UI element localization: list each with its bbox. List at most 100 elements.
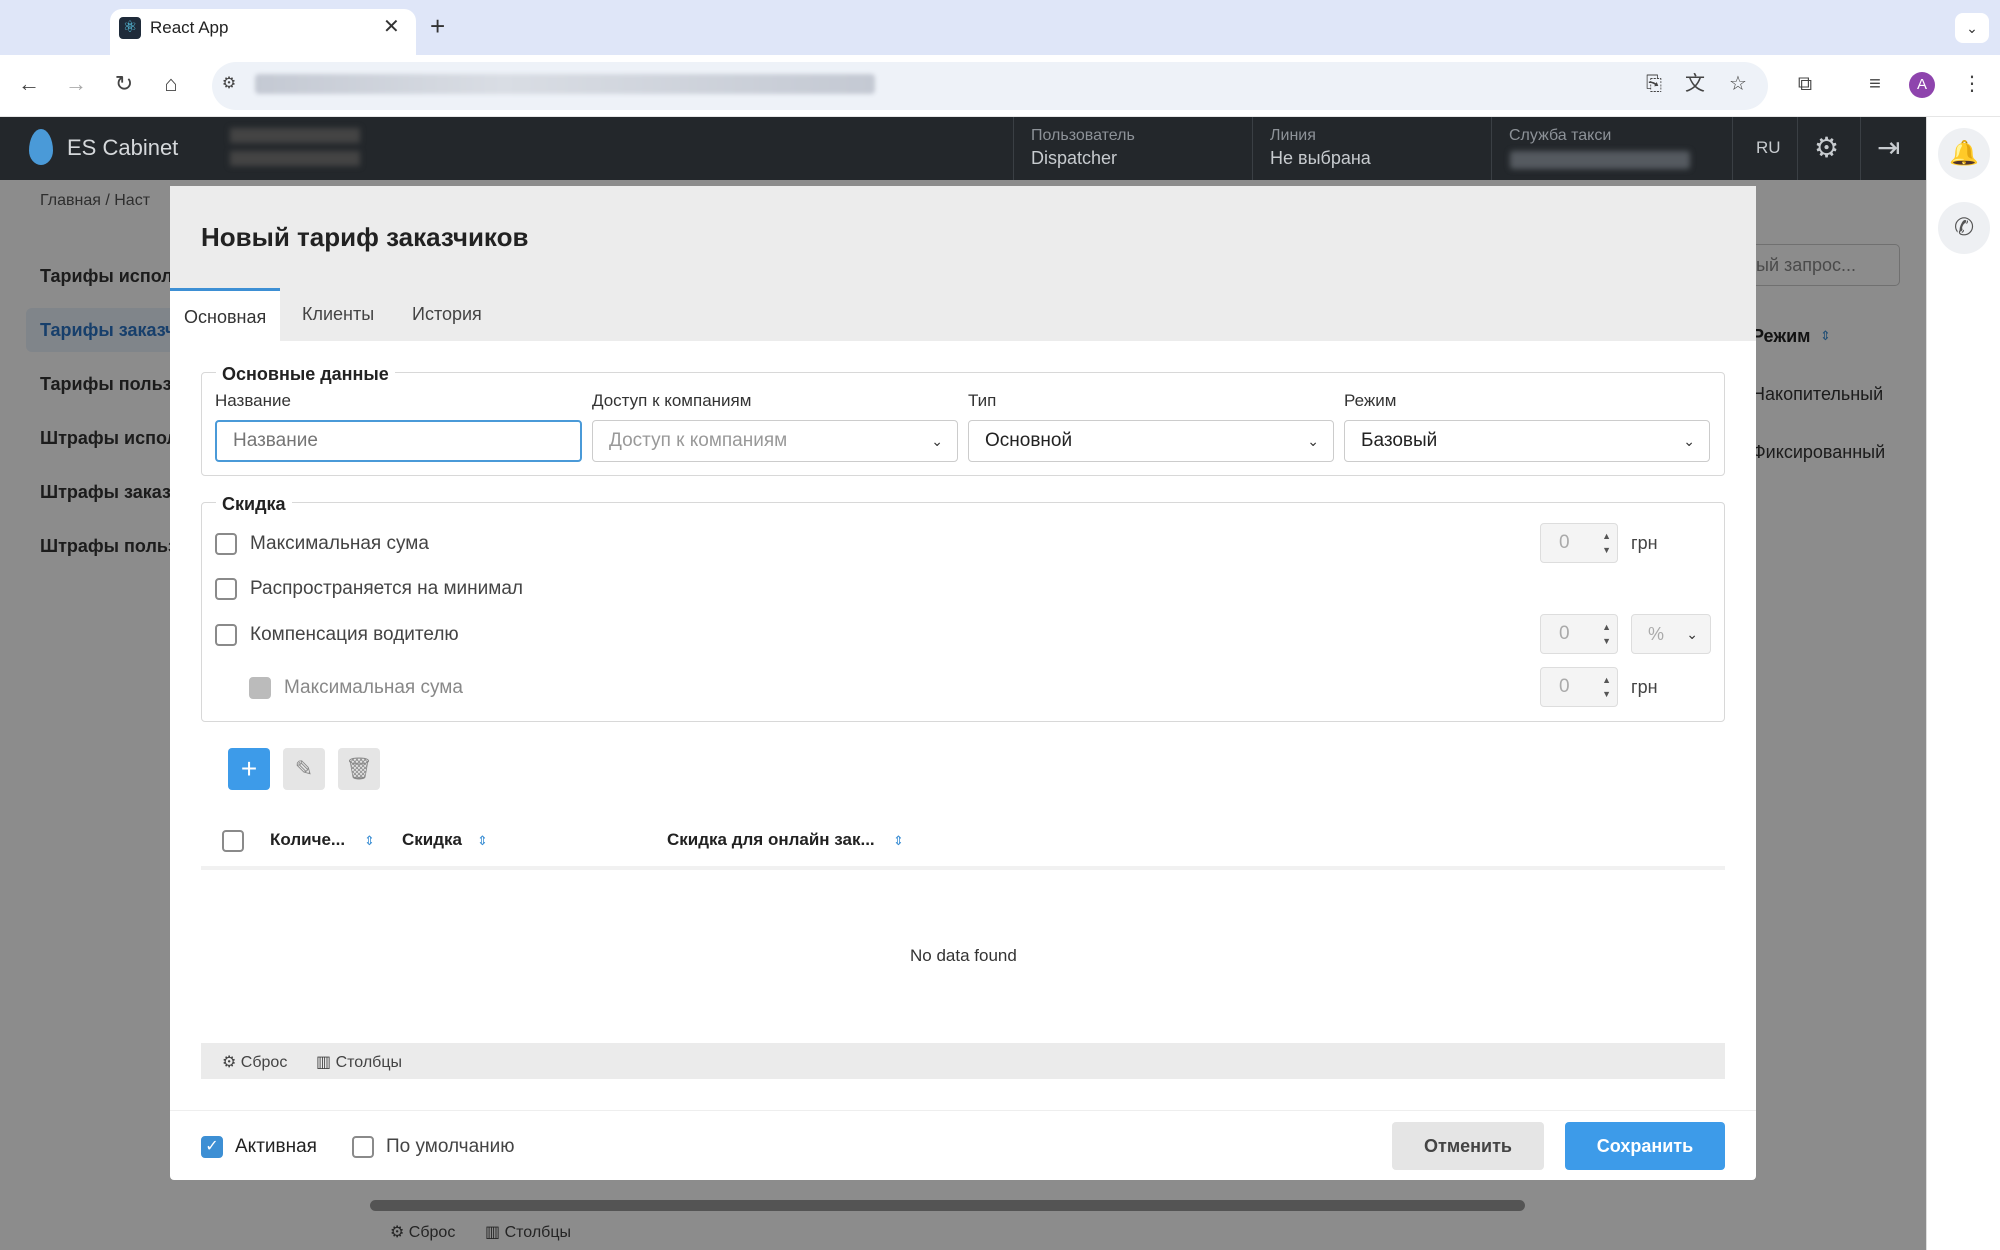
app-name: ES Cabinet [67, 135, 179, 160]
max-sum-sub-value: 0 [1559, 676, 1570, 697]
name-label: Название [215, 391, 291, 410]
active-label: Активная [235, 1136, 317, 1157]
reload-icon[interactable]: ↻ [106, 66, 142, 102]
language-switcher[interactable]: RU [1756, 138, 1781, 158]
max-sum-checkbox[interactable] [215, 533, 237, 555]
star-icon[interactable]: ☆ [1720, 66, 1756, 102]
taxi-value-blurred[interactable] [1510, 151, 1690, 169]
col-discount[interactable]: Скидка [402, 830, 462, 850]
min-spread-label: Распространяется на минимал [250, 578, 523, 599]
min-spread-checkbox[interactable] [215, 578, 237, 600]
header-divider [1732, 117, 1733, 180]
forward-icon[interactable]: → [58, 66, 94, 102]
user-label: Пользователь [1031, 127, 1135, 144]
driver-comp-number-input[interactable]: 0 ▲ ▼ [1540, 614, 1618, 654]
tab-close-icon[interactable]: ✕ [383, 16, 400, 38]
blurred-info [230, 128, 360, 166]
tab-history[interactable]: История [398, 288, 496, 341]
access-select[interactable]: Доступ к компаниям ⌄ [592, 420, 958, 462]
modal-title: Новый тариф заказчиков [201, 222, 529, 252]
type-select[interactable]: Основной ⌄ [968, 420, 1334, 462]
settings-gear-icon[interactable]: ⚙ [1814, 133, 1839, 163]
max-sum-sub-number-input[interactable]: 0 ▲ ▼ [1540, 667, 1618, 707]
right-rail [1926, 117, 2000, 1250]
type-value: Основной [985, 430, 1073, 451]
url-text-blurred [255, 74, 875, 94]
cancel-button[interactable]: Отменить [1392, 1122, 1544, 1170]
spin-down-icon[interactable]: ▼ [1602, 636, 1611, 646]
max-sum-sub-label: Максимальная сума [284, 677, 463, 698]
spin-down-icon[interactable]: ▼ [1602, 545, 1611, 555]
sort-icon[interactable]: ⇕ [893, 833, 904, 849]
driver-comp-label: Компенсация водителю [250, 624, 459, 645]
driver-comp-checkbox[interactable] [215, 624, 237, 646]
columns-label: Столбцы [335, 1054, 402, 1071]
basic-data-legend: Основные данные [216, 364, 395, 385]
back-icon[interactable]: ← [11, 66, 47, 102]
taxi-label: Служба такси [1509, 127, 1612, 144]
select-all-checkbox[interactable] [222, 830, 244, 852]
mode-select[interactable]: Базовый ⌄ [1344, 420, 1710, 462]
col-quantity[interactable]: Количе... [270, 830, 345, 850]
driver-comp-value: 0 [1559, 623, 1570, 644]
discount-legend: Скидка [216, 494, 292, 515]
access-placeholder: Доступ к компаниям [609, 430, 788, 451]
default-label: По умолчанию [386, 1136, 515, 1157]
sort-icon[interactable]: ⇕ [477, 833, 488, 849]
table-header-divider [201, 866, 1725, 870]
reset-button[interactable]: ⚙ Сброс [222, 1052, 287, 1072]
tab-search-chevron-icon[interactable]: ⌄ [1955, 13, 1989, 43]
spin-down-icon[interactable]: ▼ [1602, 689, 1611, 699]
logo-drop-icon [29, 129, 53, 165]
chevron-down-icon: ⌄ [1307, 433, 1319, 449]
site-info-icon[interactable]: ⚙ [211, 66, 247, 102]
max-sum-sub-checkbox[interactable] [249, 677, 271, 699]
spin-up-icon[interactable]: ▲ [1602, 675, 1611, 685]
install-icon[interactable]: ⎘ [1636, 66, 1672, 102]
chevron-down-icon: ⌄ [1686, 626, 1698, 642]
tab-clients[interactable]: Клиенты [288, 288, 388, 341]
home-icon[interactable]: ⌂ [153, 66, 189, 102]
active-checkbox[interactable]: ✓ [201, 1136, 223, 1158]
delete-icon[interactable]: 🗑 [338, 748, 380, 790]
translate-icon[interactable]: 文 [1677, 66, 1713, 102]
footer-divider [170, 1110, 1756, 1111]
max-sum-label: Максимальная сума [250, 533, 429, 554]
menu-icon[interactable]: ⋮ [1954, 66, 1990, 102]
save-button[interactable]: Сохранить [1565, 1122, 1725, 1170]
spin-up-icon[interactable]: ▲ [1602, 531, 1611, 541]
edit-icon[interactable]: ✎ [283, 748, 325, 790]
bell-icon[interactable]: 🔔 [1938, 128, 1990, 180]
col-online-discount[interactable]: Скидка для онлайн зак... [667, 830, 875, 850]
mode-label: Режим [1344, 391, 1397, 410]
header-divider [1252, 117, 1253, 180]
react-icon: ⚛ [119, 17, 141, 39]
max-sum-number-input[interactable]: 0 ▲ ▼ [1540, 523, 1618, 563]
extensions-icon[interactable]: ⧉ [1787, 66, 1823, 102]
header-divider [1860, 117, 1861, 180]
unit-select[interactable]: % ⌄ [1631, 614, 1711, 654]
logout-icon[interactable]: ⇥ [1877, 133, 1900, 163]
type-label: Тип [968, 391, 997, 410]
sort-icon[interactable]: ⇕ [364, 833, 375, 849]
tab-title: React App [150, 18, 229, 37]
profile-avatar[interactable]: A [1909, 72, 1935, 98]
new-tab-button[interactable]: + [430, 13, 445, 39]
access-label: Доступ к компаниям [592, 391, 752, 410]
reset-label: Сброс [240, 1054, 288, 1071]
default-checkbox[interactable] [352, 1136, 374, 1158]
line-label: Линия [1270, 127, 1316, 144]
unit-grn: грн [1631, 677, 1658, 697]
header-divider [1797, 117, 1798, 180]
header-divider [1491, 117, 1492, 180]
columns-button[interactable]: ▥ Столбцы [316, 1052, 402, 1072]
unit-pct: % [1648, 624, 1665, 644]
phone-icon[interactable]: ✆ [1938, 202, 1990, 254]
line-value[interactable]: Не выбрана [1270, 148, 1371, 169]
add-button[interactable]: + [228, 748, 270, 790]
media-icon[interactable]: ≡ [1857, 66, 1893, 102]
table-footer [201, 1043, 1725, 1079]
name-input[interactable] [215, 420, 582, 462]
spin-up-icon[interactable]: ▲ [1602, 622, 1611, 632]
tab-main[interactable]: Основная [170, 288, 281, 341]
